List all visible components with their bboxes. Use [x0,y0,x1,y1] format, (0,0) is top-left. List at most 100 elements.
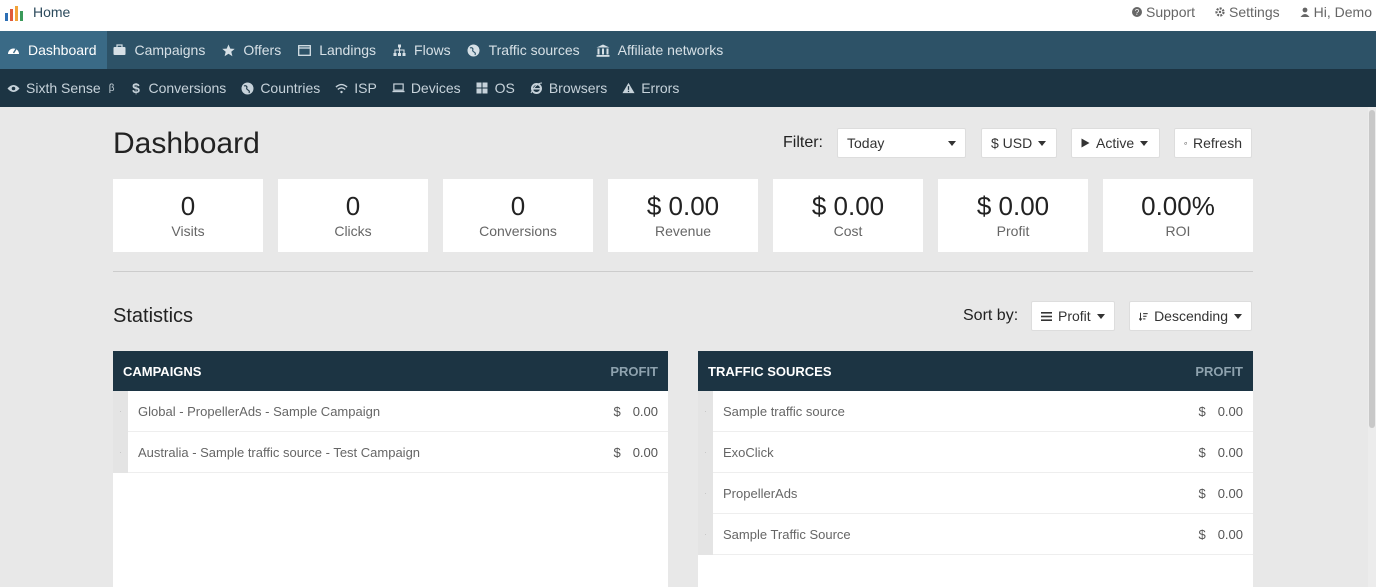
sort-order-value: Descending [1154,308,1228,324]
card-label: Profit [996,223,1030,240]
nav-errors[interactable]: Errors [615,69,687,107]
nav-label: Conversions [148,80,227,96]
window-icon [297,43,311,57]
row-value: 0.00 [632,403,658,419]
card-visits: 0 Visits [113,179,263,252]
row-name: ExoClick [723,444,774,460]
nav-conversions[interactable]: $ Conversions [122,69,234,107]
windows-icon [476,82,489,95]
primary-nav: Dashboard Campaigns Offers Landings Flow… [0,31,1376,69]
card-label: Cost [833,223,863,240]
sort-field-dropdown[interactable]: Profit [1031,301,1115,331]
briefcase-icon [113,43,127,57]
drag-handle-icon[interactable]: · [698,472,713,514]
nav-affiliate-networks[interactable]: Affiliate networks [590,31,734,69]
table-row[interactable]: · Global - PropellerAds - Sample Campaig… [113,390,668,432]
eye-icon [7,82,20,95]
nav-landings[interactable]: Landings [291,31,386,69]
nav-countries[interactable]: Countries [234,69,328,107]
beta-badge: β [108,82,115,94]
caret-down-icon [1096,313,1105,319]
nav-traffic-sources[interactable]: Traffic sources [461,31,590,69]
card-label: Clicks [334,223,372,240]
currency-dropdown[interactable]: $ USD [981,128,1057,158]
row-name: PropellerAds [723,485,798,501]
user-menu[interactable]: Hi, Demo [1300,4,1372,20]
table-row[interactable]: · PropellerAds $0.00 [698,472,1253,514]
nav-flows[interactable]: Flows [386,31,461,69]
sitemap-icon [392,43,406,57]
drag-handle-icon[interactable]: · [698,390,713,432]
nav-offers[interactable]: Offers [215,31,291,69]
card-value: $ 0.00 [811,190,885,221]
refresh-label: Refresh [1192,135,1242,151]
refresh-button[interactable]: Refresh [1174,128,1252,158]
card-label: ROI [1165,223,1191,240]
currency-value: $ USD [991,135,1033,151]
drag-handle-icon[interactable]: · [698,513,713,555]
panel-title: TRAFFIC SOURCES [708,363,832,379]
nav-sixth-sense[interactable]: Sixth Sense β [0,69,122,107]
nav-os[interactable]: OS [469,69,523,107]
sort-order-dropdown[interactable]: Descending [1129,301,1252,331]
support-link[interactable]: ? Support [1132,4,1195,20]
warning-icon [622,82,635,95]
globe-icon [241,82,254,95]
table-row[interactable]: · Sample traffic source $0.00 [698,390,1253,432]
row-name: Global - PropellerAds - Sample Campaign [138,403,381,419]
settings-link[interactable]: Settings [1215,4,1280,20]
date-filter-select[interactable]: Today [837,128,966,158]
panel-header: TRAFFIC SOURCES PROFIT [698,351,1253,391]
card-revenue: $ 0.00 Revenue [608,179,758,252]
caret-down-icon [948,140,956,146]
page-title: Dashboard [113,127,260,160]
refresh-icon [1184,141,1187,145]
caret-down-icon [1140,140,1149,146]
scrollbar-thumb[interactable] [1369,110,1375,428]
row-value: 0.00 [1217,403,1243,419]
nav-label: OS [494,80,515,96]
nav-label: Traffic sources [488,42,580,58]
table-row[interactable]: · Australia - Sample traffic source - Te… [113,431,668,473]
star-icon [221,43,235,57]
question-circle-icon: ? [1132,7,1142,17]
drag-handle-icon[interactable]: · [698,431,713,473]
currency-symbol: $ [1198,485,1206,501]
row-amount: $0.00 [613,445,658,460]
currency-symbol: $ [613,444,621,460]
drag-handle-icon[interactable]: · [113,431,128,473]
nav-dashboard[interactable]: Dashboard [0,31,107,69]
logo-icon[interactable] [4,4,26,22]
card-roi: 0.00% ROI [1103,179,1253,252]
nav-isp[interactable]: ISP [328,69,385,107]
panel-title: CAMPAIGNS [123,363,202,379]
support-label: Support [1146,4,1196,20]
nav-label: Sixth Sense [26,80,101,96]
wifi-icon [335,82,348,95]
table-row[interactable]: · ExoClick $0.00 [698,431,1253,473]
nav-label: Countries [260,80,321,96]
nav-campaigns[interactable]: Campaigns [107,31,216,69]
dashboard-icon [6,43,20,57]
sort-by-label: Sort by: [963,307,1019,324]
caret-down-icon [1038,140,1047,146]
dollar-icon: $ [132,80,140,96]
svg-text:?: ? [1135,8,1140,17]
nav-label: Campaigns [134,42,206,58]
bank-icon [596,43,610,57]
metric-cards: 0 Visits 0 Clicks 0 Conversions $ 0.00 Reven… [113,179,1253,252]
statistics-title: Statistics [113,305,194,327]
divider [113,271,1253,272]
nav-label: Affiliate networks [617,42,724,58]
status-dropdown[interactable]: Active [1071,128,1160,158]
status-value: Active [1096,135,1135,151]
currency-symbol: $ [613,403,621,419]
nav-browsers[interactable]: Browsers [523,69,615,107]
table-row[interactable]: · Sample Traffic Source $0.00 [698,513,1253,555]
nav-devices[interactable]: Devices [385,69,469,107]
home-link[interactable]: Home [33,4,70,20]
row-amount: $0.00 [613,404,658,419]
settings-label: Settings [1229,4,1280,20]
currency-symbol: $ [1198,526,1206,542]
drag-handle-icon[interactable]: · [113,390,128,432]
